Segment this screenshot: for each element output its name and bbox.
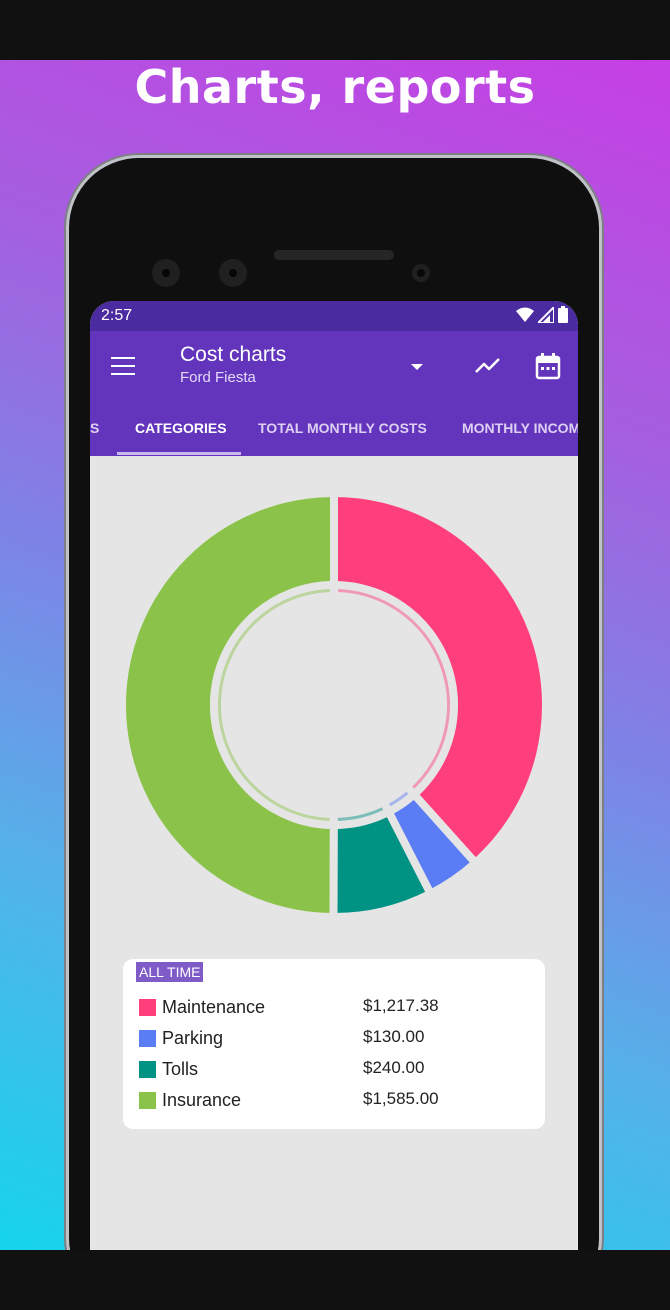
proximity-sensor	[412, 264, 430, 282]
legend-value: $130.00	[363, 1027, 425, 1046]
phone-screen: 2:57 Cost charts Ford Fiesta S CATEGORIE…	[90, 301, 578, 1308]
time-range-badge: ALL TIME	[136, 962, 204, 982]
legend-value: $240.00	[363, 1058, 425, 1077]
legend-label: Maintenance	[162, 997, 266, 1017]
legend-item-insurance: Insurance $1,585.00	[139, 1089, 539, 1113]
legend-swatch	[139, 999, 156, 1016]
legend-swatch	[139, 1092, 156, 1109]
legend-item-tolls: Tolls $240.00	[139, 1058, 539, 1082]
legend-item-parking: Parking $130.00	[139, 1027, 539, 1051]
legend-card: ALL TIME Maintenance $1,217.38 Parking $…	[123, 959, 545, 1129]
legend-label: Insurance	[162, 1090, 242, 1110]
legend-value: $1,217.38	[363, 996, 439, 1015]
legend-value: $1,585.00	[363, 1089, 439, 1108]
legend-label: Tolls	[162, 1059, 199, 1079]
front-camera-right	[219, 259, 247, 287]
legend-swatch	[139, 1030, 156, 1047]
legend-item-maintenance: Maintenance $1,217.38	[139, 996, 539, 1020]
legend-swatch	[139, 1061, 156, 1078]
front-camera-left	[152, 259, 180, 287]
category-donut-chart	[118, 489, 550, 921]
earpiece-speaker	[274, 250, 394, 260]
phone-volume-button	[599, 623, 604, 778]
phone-power-button	[599, 465, 604, 543]
bottom-frame-bar	[0, 1250, 670, 1310]
phone-frame: 2:57 Cost charts Ford Fiesta S CATEGORIE…	[69, 158, 599, 1308]
legend-label: Parking	[162, 1028, 224, 1048]
promo-headline: Charts, reports	[134, 60, 536, 114]
